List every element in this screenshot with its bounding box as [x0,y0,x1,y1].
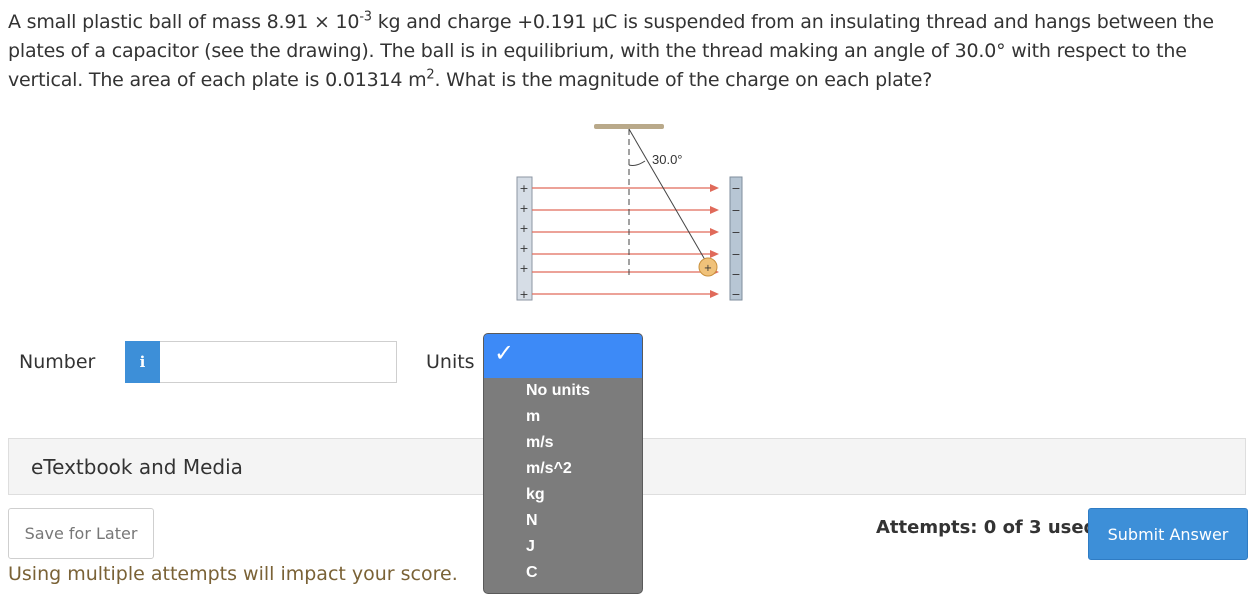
submit-answer-button[interactable]: Submit Answer [1088,508,1248,560]
units-option-m[interactable]: m [526,408,540,426]
units-option-j[interactable]: J [526,538,535,556]
svg-text:−: − [731,268,740,281]
svg-text:−: − [731,248,740,261]
svg-text:+: + [519,262,528,275]
etextbook-label: eTextbook and Media [31,455,243,479]
ball-charge-sign: + [704,263,712,274]
svg-text:−: − [731,288,740,301]
question-part: A small plastic ball of mass 8.91 × 10 [8,11,360,33]
svg-text:+: + [519,242,528,255]
field-lines [532,187,712,295]
capacitor-diagram: + 30.0° + + + + + + − − − − − − [516,124,743,301]
units-option-n[interactable]: N [526,512,538,530]
question-text: A small plastic ball of mass 8.91 × 10-3… [8,8,1242,95]
number-label: Number [19,351,96,373]
units-dropdown[interactable]: ✓ No units m m/s m/s^2 kg N J C [483,333,643,594]
info-icon[interactable]: i [125,341,160,383]
svg-text:−: − [731,182,740,195]
units-option-m-per-s[interactable]: m/s [526,434,554,452]
thread [628,128,709,266]
units-option-no-units[interactable]: No units [526,382,590,400]
units-option-kg[interactable]: kg [526,486,545,504]
question-part: . What is the magnitude of the charge on… [434,69,933,91]
units-selected-option[interactable]: ✓ [484,334,642,378]
svg-text:+: + [519,288,528,301]
angle-label: 30.0° [652,152,683,167]
positive-plate [516,176,533,301]
number-input[interactable] [160,341,397,383]
units-option-m-per-s2[interactable]: m/s^2 [526,460,572,478]
svg-text:−: − [731,226,740,239]
exponent: 2 [426,67,435,83]
svg-text:+: + [519,182,528,195]
save-for-later-button[interactable]: Save for Later [8,508,154,559]
svg-text:+: + [519,222,528,235]
units-option-c[interactable]: C [526,564,538,582]
ceiling [594,124,664,129]
attempts-warning: Using multiple attempts will impact your… [8,563,458,585]
attempts-counter: Attempts: 0 of 3 used [876,517,1097,538]
svg-text:+: + [519,202,528,215]
check-icon: ✓ [494,339,515,367]
units-label: Units [426,351,475,373]
field-arrowheads [710,184,719,298]
svg-text:−: − [731,204,740,217]
exponent: -3 [359,9,372,25]
angle-arc [628,160,646,166]
